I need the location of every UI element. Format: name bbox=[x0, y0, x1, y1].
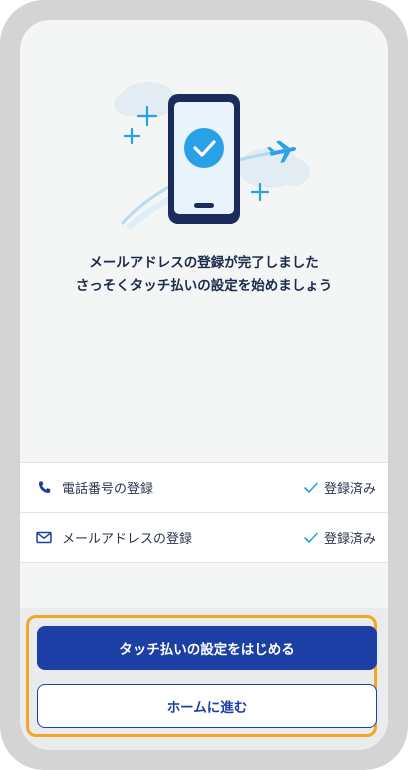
registration-row-phone: 電話番号の登録 登録済み bbox=[20, 463, 388, 513]
message-line-1: メールアドレスの登録が完了しました bbox=[89, 255, 319, 271]
checkmark-icon bbox=[184, 128, 224, 168]
mail-icon bbox=[36, 530, 52, 546]
status-badge: 登録済み bbox=[304, 528, 376, 547]
registration-label: メールアドレスの登録 bbox=[62, 532, 193, 547]
check-icon bbox=[304, 482, 318, 493]
completion-illustration bbox=[114, 82, 310, 231]
registration-row-email: メールアドレスの登録 登録済み bbox=[20, 513, 388, 563]
check-icon bbox=[304, 532, 318, 543]
status-text: 登録済み bbox=[323, 532, 376, 547]
registration-label: 電話番号の登録 bbox=[62, 482, 154, 497]
status-badge: 登録済み bbox=[304, 478, 376, 497]
completion-message: メールアドレスの登録が完了しました さっそくタッチ払いの設定を始めましょう bbox=[20, 252, 388, 298]
status-text: 登録済み bbox=[323, 482, 376, 497]
smartphone-icon bbox=[168, 94, 240, 224]
message-line-2: さっそくタッチ払いの設定を始めましょう bbox=[75, 278, 333, 294]
registration-list: 電話番号の登録 登録済み メールアドレスの登録 登録済み bbox=[20, 462, 388, 563]
app-screen: メールアドレスの登録が完了しました さっそくタッチ払いの設定を始めましょう 電話… bbox=[20, 20, 388, 750]
phone-icon bbox=[36, 480, 52, 496]
start-touch-payment-setup-button[interactable]: タッチ払いの設定をはじめる bbox=[37, 626, 377, 670]
go-home-button[interactable]: ホームに進む bbox=[37, 684, 377, 728]
